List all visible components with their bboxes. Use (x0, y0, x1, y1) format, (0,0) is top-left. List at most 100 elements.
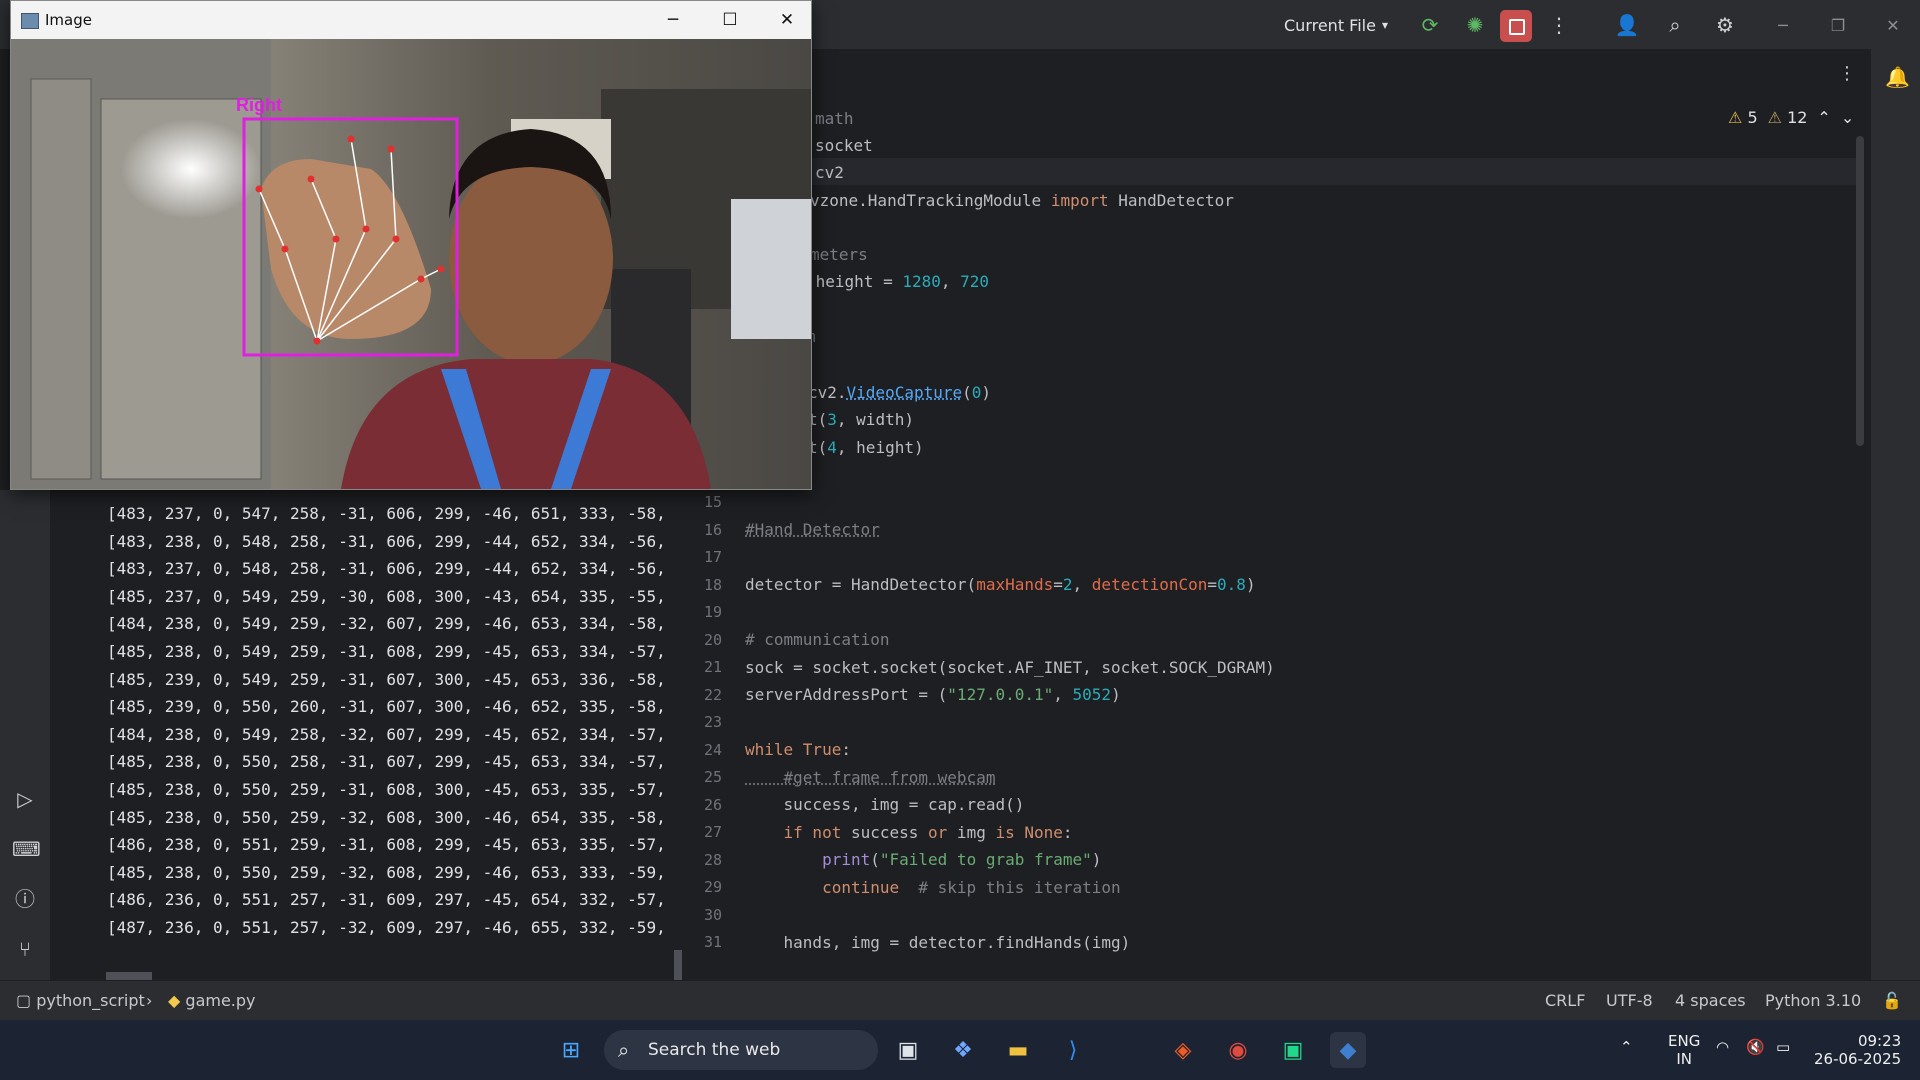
file-explorer-icon[interactable]: ▬ (1000, 1032, 1036, 1068)
clock[interactable]: 09:23 26-06-2025 (1814, 1032, 1901, 1068)
breadcrumb-file[interactable]: ◆ game.py (168, 991, 256, 1010)
start-icon[interactable]: ⊞ (553, 1032, 589, 1068)
console-splitter[interactable] (674, 950, 682, 980)
python-app-icon[interactable]: ◆ (1330, 1032, 1366, 1068)
image-close-button[interactable]: ✕ (765, 7, 809, 33)
editor-scrollbar[interactable] (1856, 136, 1864, 446)
code-line-31: hands, img = detector.findHands(img) (745, 929, 1131, 956)
code-line-videocapture: cv2.VideoCapture(0) (808, 379, 991, 406)
code-line-set-width: t(3, width) (808, 406, 914, 433)
code-text: img (947, 823, 996, 842)
weak-warning-icon: ⚠ (1767, 108, 1782, 127)
code-keyword: while True (745, 740, 842, 759)
code-text: success, img = cap.read() (745, 795, 1025, 814)
console-line: [485, 238, 0, 550, 259, -32, 608, 299, -… (107, 862, 666, 882)
left-tool-strip: ▷ ⌨ ⓘ ⑂ (0, 490, 50, 980)
taskbar-search[interactable]: ⌕ Search the web (604, 1030, 878, 1070)
code-text: = (1053, 575, 1063, 594)
more-actions-icon[interactable]: ⋮ (1544, 10, 1574, 40)
code-string: "Failed to grab frame" (879, 850, 1092, 869)
line-number: 16 (703, 520, 722, 539)
search-placeholder: Search the web (648, 1040, 781, 1060)
code-text: cv2. (808, 383, 847, 402)
code-line-21: sock = socket.socket(socket.AF_INET, soc… (745, 654, 1275, 681)
image-window-titlebar[interactable]: Image ─ ☐ ✕ (11, 1, 811, 39)
window-app-icon (21, 13, 39, 29)
ide-close-button[interactable]: ✕ (1873, 10, 1913, 40)
run-config-label: Current File (1284, 15, 1376, 35)
console-line: [483, 238, 0, 548, 258, -31, 606, 299, -… (107, 531, 666, 551)
line-separator[interactable]: CRLF (1545, 991, 1585, 1010)
tray-overflow-icon[interactable]: ⌃ (1620, 1038, 1633, 1056)
rerun-icon[interactable]: ⟳ (1415, 10, 1445, 40)
chrome-icon[interactable]: ◉ (1220, 1032, 1256, 1068)
code-text: ) (1245, 575, 1256, 594)
ide-restore-button[interactable]: ❐ (1818, 10, 1858, 40)
code-line-24: while True: (745, 736, 851, 763)
code-text: , (1053, 685, 1073, 704)
code-text: cv2 (815, 163, 844, 182)
ide-minimize-button[interactable]: ─ (1763, 10, 1803, 40)
volume-muted-icon[interactable]: 🔇 (1746, 1038, 1765, 1056)
code-text: ( (870, 850, 880, 869)
git-icon[interactable]: ⑂ (12, 936, 38, 962)
console-line: [485, 237, 0, 549, 259, -30, 608, 300, -… (107, 586, 666, 606)
chevron-down-icon[interactable]: ⌄ (1841, 108, 1854, 127)
code-text: height = (806, 272, 903, 291)
add-user-icon[interactable]: 👤 (1612, 10, 1642, 40)
code-line-25: #get frame from webcam (745, 764, 996, 791)
code-line-22: serverAddressPort = ("127.0.0.1", 5052) (745, 681, 1121, 708)
search-icon[interactable]: ⌕ (1660, 10, 1690, 40)
vscode-icon[interactable]: ⟩ (1055, 1032, 1091, 1068)
right-tool-strip: 🔔 (1870, 49, 1920, 1019)
code-comment: #Hand Detector (745, 520, 880, 539)
copilot-icon[interactable]: ❖ (945, 1032, 981, 1068)
notifications-icon[interactable]: 🔔 (1885, 65, 1910, 89)
image-maximize-button[interactable]: ☐ (708, 7, 752, 33)
search-icon: ⌕ (618, 1038, 630, 1062)
status-bar: ▢ python_script › ◆ game.py CRLF UTF-8 4… (0, 980, 1920, 1021)
code-number: 0.8 (1217, 575, 1246, 594)
warning-count: 5 (1747, 108, 1758, 127)
opencv-image-window[interactable]: Image ─ ☐ ✕ Right (10, 0, 812, 490)
pycharm-icon[interactable]: ▣ (1275, 1032, 1311, 1068)
brave-browser-icon[interactable]: ◈ (1165, 1032, 1201, 1068)
chevron-up-icon[interactable]: ⌃ (1817, 108, 1830, 127)
console-line: [486, 236, 0, 551, 257, -31, 609, 297, -… (107, 890, 666, 910)
inspection-widget[interactable]: ⚠ 5 ⚠ 12 ⌃ ⌄ (1728, 108, 1854, 127)
language-indicator[interactable]: ENG IN (1668, 1032, 1700, 1068)
stop-button[interactable] (1500, 10, 1532, 42)
clock-date: 26-06-2025 (1814, 1050, 1902, 1068)
file-encoding[interactable]: UTF-8 (1606, 991, 1653, 1010)
console-horizontal-scrollbar[interactable] (106, 972, 152, 980)
battery-icon[interactable]: ▭ (1776, 1038, 1790, 1056)
image-minimize-button[interactable]: ─ (651, 7, 695, 33)
run-config-selector[interactable]: Current File ▾ (1284, 12, 1388, 38)
problems-icon[interactable]: ⓘ (12, 886, 38, 912)
indent-setting[interactable]: 4 spaces (1675, 991, 1746, 1010)
code-comment: meters (810, 245, 868, 264)
terminal-icon[interactable]: ⌨ (12, 836, 41, 862)
line-number: 28 (703, 850, 722, 869)
code-line-import-math: math (815, 105, 854, 132)
code-text: serverAddressPort = ( (745, 685, 948, 704)
editor-more-icon[interactable]: ⋮ (1838, 63, 1856, 84)
services-icon[interactable]: ▷ (12, 786, 38, 812)
code-text: : (841, 740, 851, 759)
hand-label: Right (236, 95, 282, 115)
code-text: detector = HandDetector( (745, 575, 977, 594)
wifi-icon[interactable]: ◠ (1716, 1038, 1729, 1056)
breadcrumb-project[interactable]: ▢ python_script (16, 991, 145, 1010)
debug-icon[interactable]: ✺ (1460, 10, 1490, 40)
code-line-20: # communication (745, 626, 890, 653)
code-line-18: detector = HandDetector(maxHands=2, dete… (745, 571, 1256, 598)
task-view-icon[interactable]: ▣ (890, 1032, 926, 1068)
code-keyword: is None (995, 823, 1063, 842)
code-line-set-height: t(4, height) (808, 434, 924, 461)
console-line: [486, 238, 0, 551, 259, -31, 608, 299, -… (107, 835, 666, 855)
python-interpreter[interactable]: Python 3.10 (1765, 991, 1861, 1010)
code-line-import-socket: socket (815, 132, 873, 159)
lock-icon[interactable]: 🔓 (1882, 991, 1902, 1010)
code-comment: #get frame from webcam (745, 768, 996, 787)
settings-icon[interactable]: ⚙ (1710, 10, 1740, 40)
